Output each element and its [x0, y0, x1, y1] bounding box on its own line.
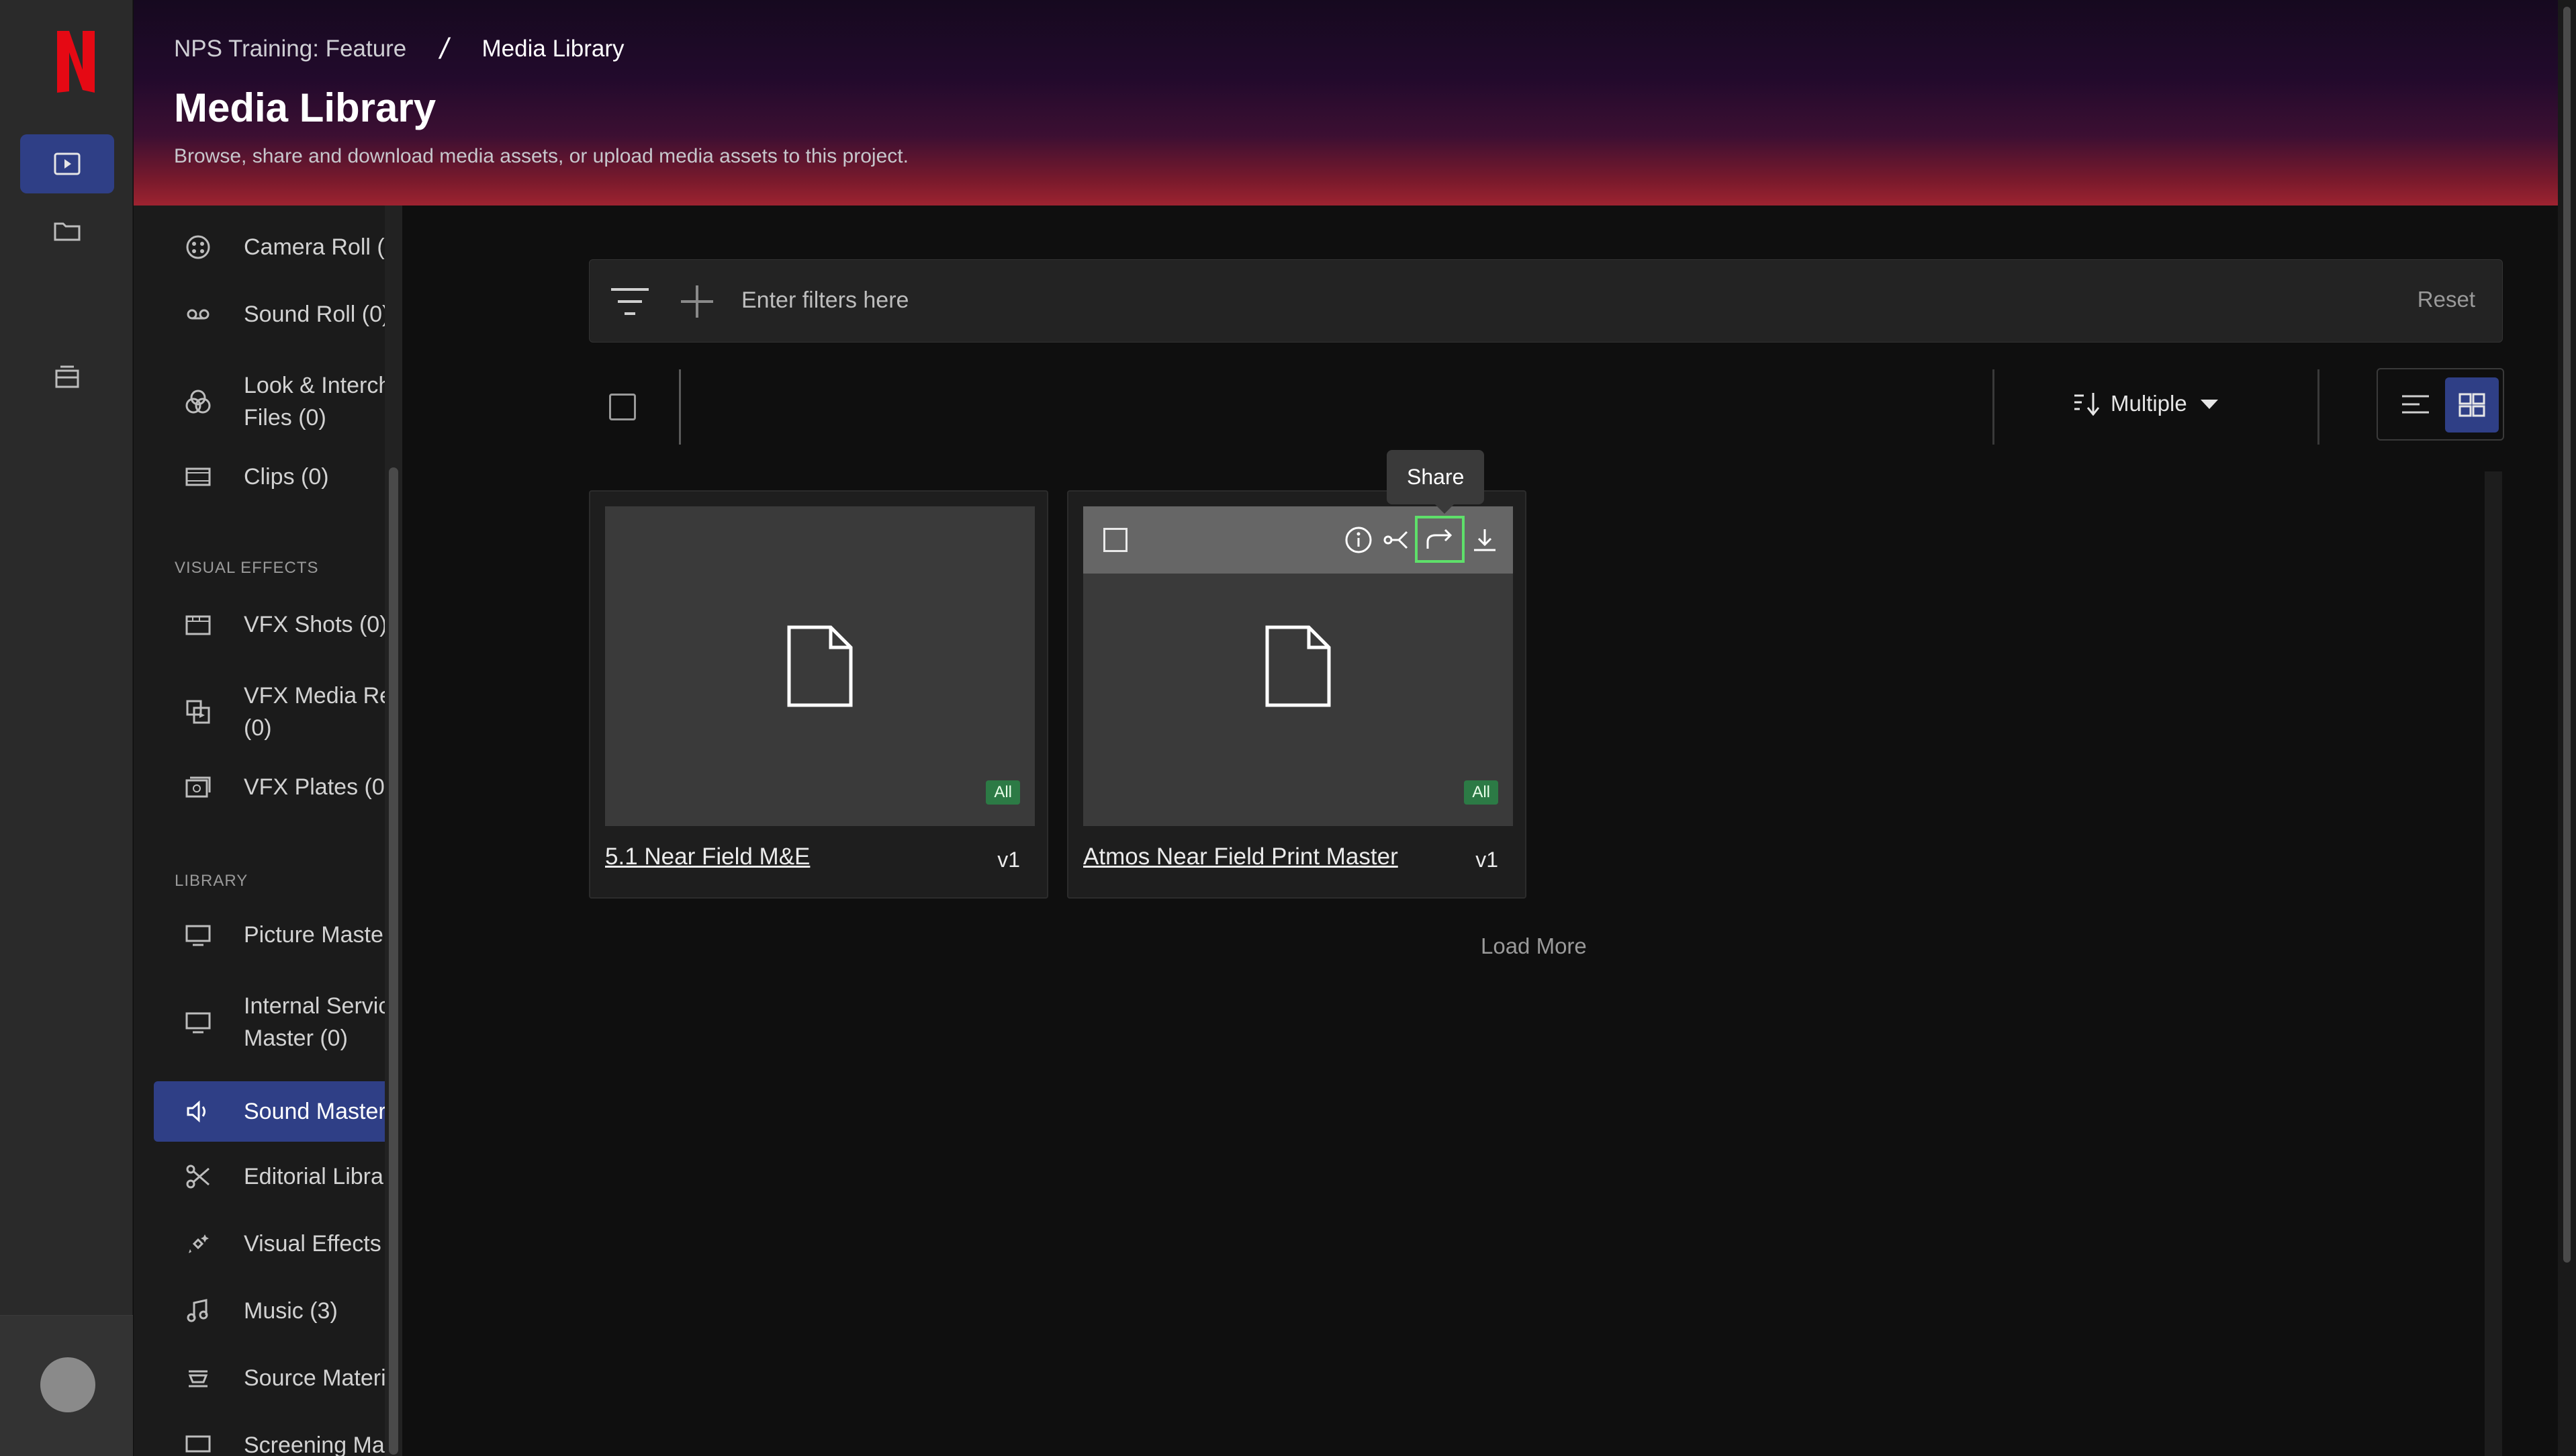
access-badge: All [986, 780, 1020, 805]
avatar[interactable] [40, 1357, 95, 1412]
grid-view-icon [2458, 393, 2485, 417]
toolbar-divider [1992, 369, 1994, 445]
vfx-shots-icon [183, 610, 213, 639]
sidebar-item-label: Music (3) [244, 1298, 338, 1324]
filter-input[interactable] [741, 280, 2286, 320]
monitor-icon [183, 920, 213, 950]
sidebar-item-label: Camera Roll (0) [244, 234, 405, 260]
toolbar-divider [2317, 369, 2319, 445]
app-rail [0, 0, 133, 1456]
main-content: Reset Multiple [537, 206, 2558, 1456]
camera-roll-icon [183, 232, 213, 262]
download-button[interactable] [1469, 524, 1501, 556]
breadcrumb: NPS Training: Feature / Media Library [174, 32, 625, 66]
asset-thumbnail[interactable]: All [605, 506, 1035, 826]
info-button[interactable] [1342, 524, 1375, 556]
folder-nav-button[interactable] [20, 201, 114, 261]
page-header: NPS Training: Feature / Media Library Me… [134, 0, 2558, 206]
breadcrumb-parent-link[interactable]: NPS Training: Feature [174, 36, 406, 62]
sidebar-item-label: VFX Plates (0) [244, 774, 393, 800]
media-library-nav-button[interactable] [20, 134, 114, 193]
breadcrumb-current: Media Library [481, 36, 625, 62]
asset-name-link[interactable]: 5.1 Near Field M&E [605, 844, 810, 870]
share-arrow-icon [1426, 529, 1453, 549]
document-icon [1265, 625, 1331, 707]
add-filter-icon[interactable] [678, 283, 716, 320]
vfx-review-icon [183, 697, 213, 727]
window-scroll-thumb[interactable] [2563, 7, 2571, 1263]
page-subtitle: Browse, share and download media assets,… [174, 145, 909, 167]
document-icon [787, 625, 853, 707]
sidebar-scrollbar[interactable] [385, 206, 537, 1456]
source-icon [183, 1363, 213, 1393]
link-button[interactable] [1381, 524, 1414, 556]
share-tooltip: Share [1387, 450, 1485, 514]
breadcrumb-separator: / [440, 32, 449, 65]
play-icon [54, 152, 81, 175]
sidebar-item-label: VFX Shots (0) [244, 612, 387, 637]
filter-bar: Reset [589, 259, 2503, 343]
sidebar-scroll-thumb[interactable] [389, 467, 398, 1455]
reset-filters-button[interactable]: Reset [2418, 287, 2475, 312]
access-badge: All [1464, 780, 1498, 805]
inbox-nav-button[interactable] [20, 348, 114, 407]
info-icon [1345, 527, 1372, 553]
look-icon [183, 387, 213, 416]
monitor-icon [183, 1007, 213, 1037]
list-view-button[interactable] [2394, 384, 2437, 424]
screening-icon [183, 1430, 213, 1456]
grid-view-button[interactable] [2445, 377, 2499, 433]
toolbar-divider [679, 369, 681, 445]
asset-actions-bar [1083, 506, 1513, 574]
filter-icon[interactable] [610, 287, 650, 316]
sort-label: Multiple [2111, 391, 2187, 416]
share-button[interactable] [1415, 516, 1465, 563]
clips-icon [183, 462, 213, 492]
grid-scrollbar[interactable] [2485, 471, 2502, 1456]
asset-name-link[interactable]: Atmos Near Field Print Master [1083, 844, 1398, 870]
download-icon [1474, 529, 1496, 551]
sparkle-icon [183, 1229, 213, 1259]
speaker-icon [183, 1097, 213, 1126]
folder-icon [54, 222, 81, 241]
load-more-button[interactable]: Load More [1481, 934, 1587, 959]
asset-version: v1 [1475, 848, 1498, 872]
window-scrollbar[interactable] [2558, 0, 2576, 1456]
sidebar-item-label: Clips (0) [244, 464, 329, 490]
asset-version: v1 [997, 848, 1020, 872]
vfx-plates-icon [183, 772, 213, 802]
music-icon [183, 1296, 213, 1326]
list-view-icon [2402, 395, 2429, 414]
sort-icon [2074, 393, 2100, 416]
view-toggle [2377, 368, 2504, 441]
sound-roll-icon [183, 300, 213, 329]
rail-profile-area [0, 1315, 133, 1456]
page-title: Media Library [174, 85, 436, 130]
asset-card[interactable]: All Atmos Near Field Print Master v1 [1067, 490, 1526, 899]
asset-card[interactable]: All 5.1 Near Field M&E v1 [589, 490, 1048, 899]
asset-select-checkbox[interactable] [1103, 528, 1128, 552]
section-header-library: LIBRARY [175, 872, 248, 890]
share-link-icon [1383, 531, 1408, 549]
netflix-logo-icon[interactable] [52, 28, 100, 95]
chevron-down-icon [2200, 400, 2218, 409]
select-all-checkbox[interactable] [609, 394, 636, 420]
sidebar-item-label: Sound Roll (0) [244, 302, 390, 327]
section-header-visual-effects: VISUAL EFFECTS [175, 559, 319, 577]
sort-dropdown[interactable]: Multiple [2073, 391, 2219, 416]
tray-icon [55, 365, 79, 388]
scissors-icon [183, 1162, 213, 1191]
